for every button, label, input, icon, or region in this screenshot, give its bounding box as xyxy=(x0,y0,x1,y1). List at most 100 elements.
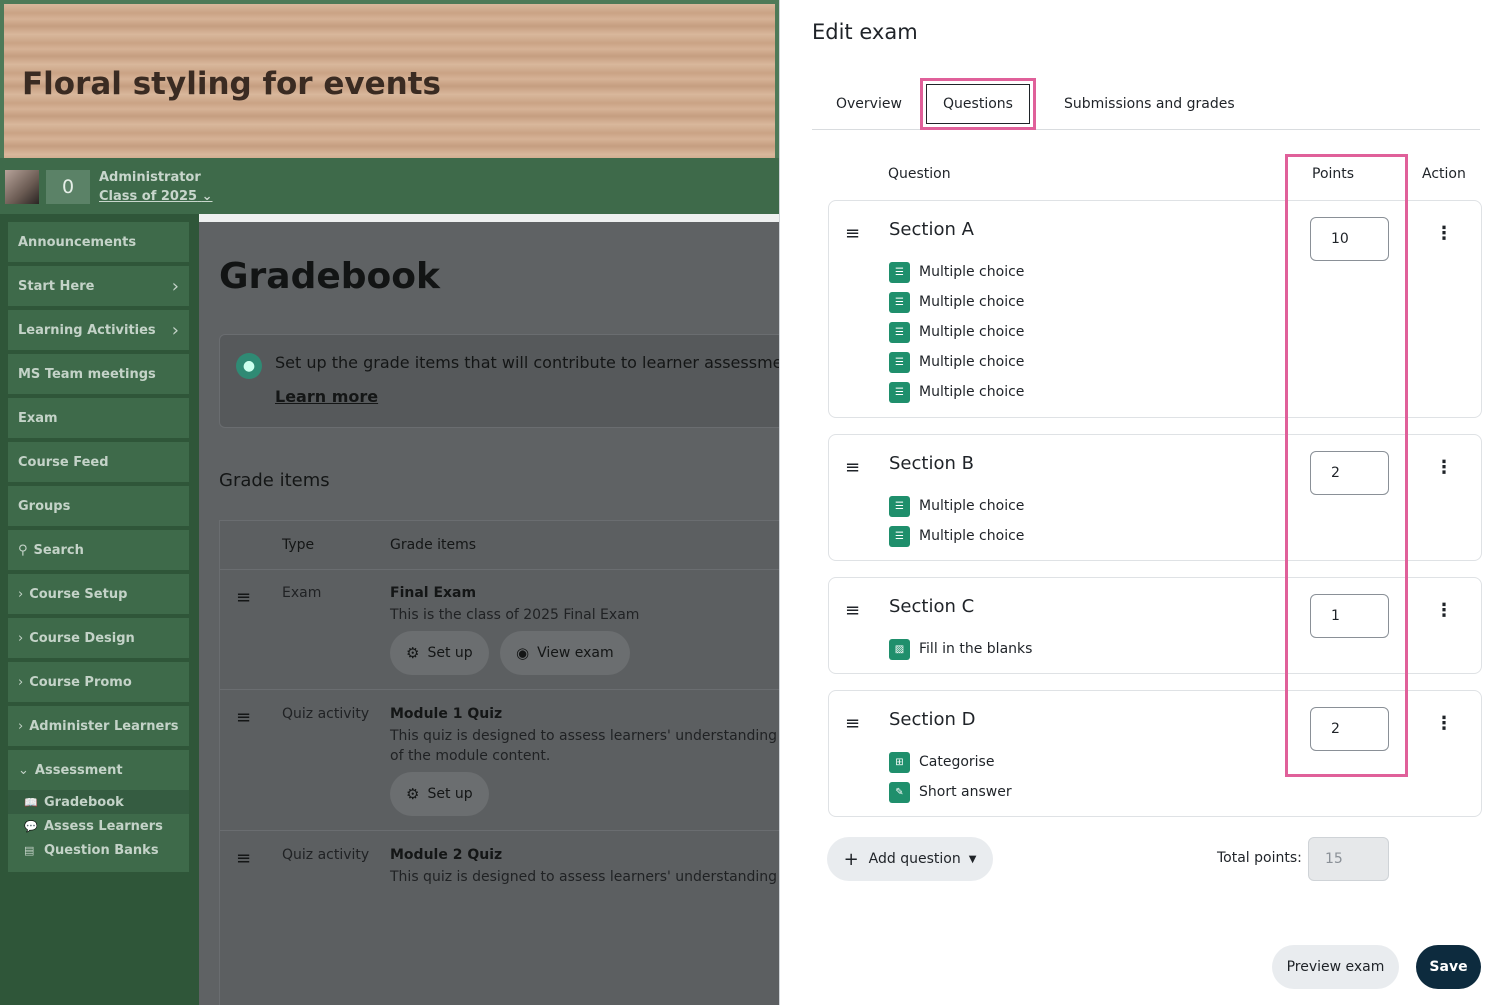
caret-down-icon: ▼ xyxy=(968,853,977,865)
sidebar-item-ms-team-meetings[interactable]: MS Team meetings xyxy=(8,354,189,394)
drag-handle-icon[interactable]: ≡ xyxy=(845,600,860,621)
sidebar-item-label: Announcements xyxy=(18,234,137,250)
column-header-grade-items: Grade items xyxy=(390,537,477,553)
list-item[interactable]: ☰ Multiple choice xyxy=(889,317,1024,347)
question-list: ☰ Multiple choice ☰ Multiple choice ☰ Multi… xyxy=(889,257,1024,407)
divider xyxy=(220,689,779,690)
question-list: ▨ Fill in the blanks xyxy=(889,634,1032,664)
setup-button[interactable]: ⚙ Set up xyxy=(390,772,489,816)
preview-exam-button[interactable]: Preview exam xyxy=(1272,945,1399,989)
multiple-choice-icon: ☰ xyxy=(889,261,910,283)
sidebar-item-label: Course Design xyxy=(29,630,135,646)
question-type-label: Multiple choice xyxy=(919,384,1025,400)
chevron-right-icon: › xyxy=(18,630,24,646)
sidebar-item-course-design[interactable]: › Course Design xyxy=(8,618,189,658)
section-title: Section D xyxy=(889,709,976,730)
multiple-choice-icon: ☰ xyxy=(889,381,910,403)
list-item[interactable]: ☰ Multiple choice xyxy=(889,257,1024,287)
tab-overview[interactable]: Overview xyxy=(836,78,902,130)
question-type-label: Multiple choice xyxy=(919,294,1025,310)
more-options-icon[interactable]: ⋮ xyxy=(1434,713,1454,734)
more-options-icon[interactable]: ⋮ xyxy=(1434,223,1454,244)
course-title: Floral styling for events xyxy=(22,66,441,102)
sidebar-subitem-assess-learners[interactable]: 💬 Assess Learners xyxy=(8,814,189,838)
course-page-background: Floral styling for events 0 Administrato… xyxy=(0,0,779,1005)
list-item[interactable]: ☰ Multiple choice xyxy=(889,287,1024,317)
section-title: Section C xyxy=(889,596,975,617)
setup-button[interactable]: ⚙ Set up xyxy=(390,631,489,675)
points-input[interactable]: 1 xyxy=(1310,594,1389,638)
sidebar-item-learning-activities[interactable]: Learning Activities › xyxy=(8,310,189,350)
sidebar-item-course-setup[interactable]: › Course Setup xyxy=(8,574,189,614)
categorise-icon: ⊞ xyxy=(889,751,910,773)
chevron-down-icon: ⌄ xyxy=(18,762,29,778)
avatar[interactable] xyxy=(5,170,39,204)
sidebar-item-assessment[interactable]: ⌄ Assessment xyxy=(8,750,189,790)
sidebar-item-search[interactable]: ⚲ Search xyxy=(8,530,189,570)
plus-icon: + xyxy=(843,848,859,870)
tab-submissions-and-grades[interactable]: Submissions and grades xyxy=(1064,78,1235,130)
tab-questions-label: Questions xyxy=(926,84,1030,124)
points-input[interactable]: 2 xyxy=(1310,707,1389,751)
sidebar-item-label: Start Here xyxy=(18,278,95,294)
chevron-down-icon: ⌄ xyxy=(201,189,213,204)
sidebar-item-course-promo[interactable]: › Course Promo xyxy=(8,662,189,702)
points-input[interactable]: 2 xyxy=(1310,451,1389,495)
lightbulb-icon: ● xyxy=(236,353,262,379)
question-type-label: Categorise xyxy=(919,754,995,770)
chat-icon: 💬 xyxy=(24,819,38,833)
learn-more-link[interactable]: Learn more xyxy=(275,387,378,406)
total-points-label: Total points: xyxy=(1217,850,1302,866)
info-text: Set up the grade items that will contrib… xyxy=(275,353,779,372)
list-item[interactable]: ☰ Multiple choice xyxy=(889,491,1024,521)
gear-icon: ⚙ xyxy=(406,785,420,803)
list-item[interactable]: ▨ Fill in the blanks xyxy=(889,634,1032,664)
list-item[interactable]: ☰ Multiple choice xyxy=(889,521,1024,551)
class-selector-label: Class of 2025 xyxy=(99,189,198,204)
list-item[interactable]: ☰ Multiple choice xyxy=(889,347,1024,377)
question-bank-icon: ▤ xyxy=(24,843,35,857)
sidebar-item-label: Search xyxy=(33,542,84,558)
notification-count[interactable]: 0 xyxy=(46,170,90,204)
sidebar-item-announcements[interactable]: Announcements xyxy=(8,222,189,262)
chevron-right-icon: › xyxy=(171,319,179,341)
fill-in-the-blanks-icon: ▨ xyxy=(889,638,910,660)
sidebar-subitem-question-banks[interactable]: ▤ Question Banks xyxy=(8,838,189,862)
drag-handle-icon[interactable]: ≡ xyxy=(845,713,860,734)
question-list: ☰ Multiple choice ☰ Multiple choice xyxy=(889,491,1024,551)
chevron-right-icon: › xyxy=(18,586,24,602)
sidebar-item-start-here[interactable]: Start Here › xyxy=(8,266,189,306)
tab-questions[interactable]: Questions xyxy=(920,78,1036,130)
section-card: ≡ Section B ☰ Multiple choice ☰ Multiple c… xyxy=(828,434,1482,561)
list-item[interactable]: ☰ Multiple choice xyxy=(889,377,1024,407)
sidebar-item-exam[interactable]: Exam xyxy=(8,398,189,438)
more-options-icon[interactable]: ⋮ xyxy=(1434,457,1454,478)
panel-title: Edit exam xyxy=(812,20,918,44)
total-points-field: 15 xyxy=(1308,837,1389,881)
drag-handle-icon[interactable]: ≡ xyxy=(236,707,251,728)
view-exam-button-label: View exam xyxy=(537,645,614,661)
class-selector[interactable]: Class of 2025 ⌄ xyxy=(99,189,213,204)
view-exam-button[interactable]: ◉ View exam xyxy=(500,631,630,675)
sidebar-subitem-gradebook[interactable]: 📖 Gradebook xyxy=(8,790,189,814)
section-card: ≡ Section A ☰ Multiple choice ☰ Multiple c… xyxy=(828,200,1482,418)
list-item[interactable]: ✎ Short answer xyxy=(889,777,1012,807)
sidebar-item-groups[interactable]: Groups xyxy=(8,486,189,526)
sidebar-item-course-feed[interactable]: Course Feed xyxy=(8,442,189,482)
points-input[interactable]: 10 xyxy=(1310,217,1389,261)
drag-handle-icon[interactable]: ≡ xyxy=(236,587,251,608)
sidebar-item-label: Groups xyxy=(18,498,71,514)
sidebar-item-label: Course Setup xyxy=(29,586,128,602)
drag-handle-icon[interactable]: ≡ xyxy=(236,848,251,869)
save-button[interactable]: Save xyxy=(1416,945,1481,989)
drag-handle-icon[interactable]: ≡ xyxy=(845,457,860,478)
tab-bar: Overview Questions Submissions and grade… xyxy=(812,78,1480,130)
sidebar-item-label: Question Banks xyxy=(44,842,159,858)
table-row-name: Module 1 Quiz xyxy=(390,706,503,722)
setup-button-label: Set up xyxy=(427,645,473,661)
drag-handle-icon[interactable]: ≡ xyxy=(845,223,860,244)
add-question-button[interactable]: + Add question ▼ xyxy=(827,837,993,881)
sidebar-item-administer-learners[interactable]: › Administer Learners xyxy=(8,706,189,746)
list-item[interactable]: ⊞ Categorise xyxy=(889,747,1012,777)
more-options-icon[interactable]: ⋮ xyxy=(1434,600,1454,621)
